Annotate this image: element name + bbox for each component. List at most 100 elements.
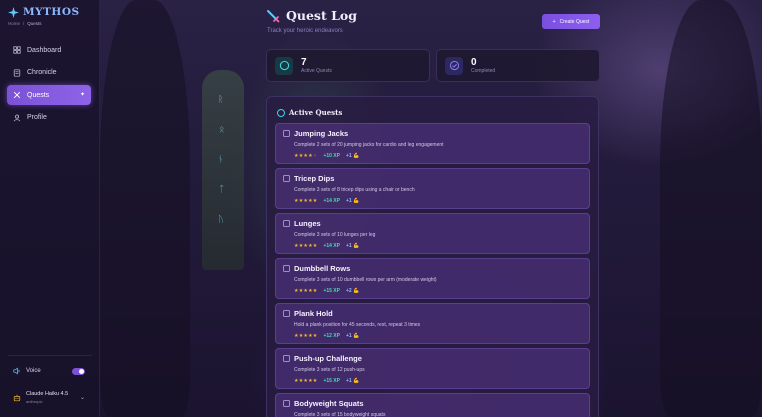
dashboard-icon bbox=[13, 46, 21, 54]
active-sparkle-icon: ✦ bbox=[80, 91, 86, 98]
quest-title: Dumbbell Rows bbox=[294, 264, 351, 273]
page-subtitle: Track your heroic endeavors bbox=[267, 28, 343, 34]
strength-icon: 💪 bbox=[351, 378, 360, 384]
active-quests-panel: Active Quests Jumping Jacks Complete 2 se… bbox=[266, 96, 599, 417]
page-header: Quest Log bbox=[266, 8, 357, 23]
quest-checkbox[interactable] bbox=[283, 310, 290, 317]
quest-checkbox[interactable] bbox=[283, 220, 290, 227]
sidebar-divider bbox=[8, 355, 92, 356]
star-icon: ★ bbox=[312, 198, 318, 204]
star-icon: ★ bbox=[312, 243, 318, 249]
quest-bonus: +1 💪 bbox=[346, 243, 360, 249]
strength-icon: 💪 bbox=[351, 243, 360, 249]
quest-checkbox[interactable] bbox=[283, 175, 290, 182]
create-quest-button[interactable]: + Create Quest bbox=[542, 14, 600, 29]
sidebar-item-dashboard[interactable]: Dashboard bbox=[7, 40, 91, 60]
quest-meta: ★★★★★ +14 XP +1 💪 bbox=[294, 198, 360, 204]
check-circle-icon bbox=[445, 56, 463, 75]
create-quest-label: Create Quest bbox=[559, 18, 590, 25]
quest-title: Bodyweight Squats bbox=[294, 399, 364, 408]
quest-card[interactable]: Dumbbell Rows Complete 3 sets of 10 dumbb… bbox=[275, 258, 590, 299]
quest-title: Tricep Dips bbox=[294, 174, 335, 183]
quest-meta: ★★★★★ +10 XP +1 💪 bbox=[294, 153, 360, 159]
target-icon bbox=[277, 108, 285, 117]
main-content: Quest Log Track your heroic endeavors + … bbox=[100, 0, 762, 417]
voice-setting: Voice bbox=[13, 367, 85, 375]
quest-title: Plank Hold bbox=[294, 309, 333, 318]
stat-label: Completed bbox=[471, 68, 496, 74]
breadcrumb-home[interactable]: Home bbox=[8, 21, 20, 26]
sparkle-icon bbox=[8, 6, 19, 18]
star-icon: ★ bbox=[312, 333, 318, 339]
strength-icon: 💪 bbox=[351, 153, 360, 159]
sidebar-item-label: Chronicle bbox=[27, 69, 57, 76]
quest-card[interactable]: Tricep Dips Complete 3 sets of 8 tricep d… bbox=[275, 168, 590, 209]
quest-description: Complete 3 sets of 15 bodyweight squats bbox=[294, 412, 386, 417]
model-name: Claude Haiku 4.5 bbox=[26, 391, 69, 397]
stat-card-active: 7 Active Quests bbox=[266, 49, 430, 82]
quest-card[interactable]: Push-up Challenge Complete 3 sets of 12 p… bbox=[275, 348, 590, 389]
sidebar-item-label: Dashboard bbox=[27, 46, 62, 54]
quest-bonus: +2 💪 bbox=[346, 288, 360, 294]
quest-description: Complete 3 sets of 10 dumbbell rows per … bbox=[294, 277, 437, 283]
strength-icon: 💪 bbox=[351, 288, 360, 294]
difficulty-stars: ★★★★★ bbox=[294, 198, 317, 204]
scroll-icon bbox=[13, 68, 21, 77]
sidebar-nav: Dashboard Chronicle Quests ✦ Profile bbox=[7, 40, 91, 130]
breadcrumb: Home / Quests bbox=[8, 21, 42, 26]
sidebar-item-profile[interactable]: Profile bbox=[7, 108, 91, 128]
quest-description: Complete 3 sets of 12 push-ups bbox=[294, 367, 365, 373]
star-icon: ★ bbox=[312, 378, 318, 384]
model-selector[interactable]: Claude Haiku 4.5 anthropic ⌄ bbox=[13, 391, 85, 404]
quest-meta: ★★★★★ +14 XP +1 💪 bbox=[294, 243, 360, 249]
star-icon: ★ bbox=[312, 153, 318, 159]
difficulty-stars: ★★★★★ bbox=[294, 378, 317, 384]
quest-card[interactable]: Lunges Complete 3 sets of 10 lunges per l… bbox=[275, 213, 590, 254]
stat-value: 0 bbox=[471, 57, 477, 68]
stat-value: 7 bbox=[301, 57, 307, 68]
difficulty-stars: ★★★★★ bbox=[294, 288, 317, 294]
quest-meta: ★★★★★ +12 XP +1 💪 bbox=[294, 333, 360, 339]
quest-xp: +10 XP bbox=[323, 153, 340, 159]
stat-card-completed: 0 Completed bbox=[436, 49, 600, 82]
quest-bonus: +1 💪 bbox=[346, 378, 360, 384]
quest-meta: ★★★★★ +15 XP +2 💪 bbox=[294, 288, 360, 294]
difficulty-stars: ★★★★★ bbox=[294, 243, 317, 249]
quest-xp: +15 XP bbox=[323, 288, 340, 294]
quest-title: Push-up Challenge bbox=[294, 354, 362, 363]
voice-label: Voice bbox=[26, 368, 41, 374]
star-icon: ★ bbox=[312, 288, 318, 294]
quest-card[interactable]: Bodyweight Squats Complete 3 sets of 15 b… bbox=[275, 393, 590, 417]
chevron-down-icon: ⌄ bbox=[79, 395, 85, 401]
quest-xp: +12 XP bbox=[323, 333, 340, 339]
brand[interactable]: MYTHOS bbox=[8, 6, 80, 18]
quest-title: Lunges bbox=[294, 219, 321, 228]
sword-icon bbox=[267, 9, 280, 22]
target-icon bbox=[275, 56, 293, 75]
quest-title: Jumping Jacks bbox=[294, 129, 349, 138]
sidebar-item-chronicle[interactable]: Chronicle bbox=[7, 63, 91, 83]
quest-description: Complete 3 sets of 8 tricep dips using a… bbox=[294, 187, 415, 193]
user-icon bbox=[13, 114, 21, 121]
brand-title: MYTHOS bbox=[23, 6, 80, 18]
sidebar-item-label: Profile bbox=[27, 114, 47, 121]
quest-checkbox[interactable] bbox=[283, 400, 290, 407]
quest-xp: +14 XP bbox=[323, 243, 340, 249]
quest-card[interactable]: Jumping Jacks Complete 2 sets of 20 jumpi… bbox=[275, 123, 590, 164]
crossed-swords-icon bbox=[13, 91, 21, 99]
sidebar-item-label: Quests bbox=[27, 91, 50, 99]
difficulty-stars: ★★★★★ bbox=[294, 153, 317, 159]
quest-description: Complete 3 sets of 10 lunges per leg bbox=[294, 232, 376, 238]
page-title: Quest Log bbox=[286, 8, 357, 23]
quest-checkbox[interactable] bbox=[283, 355, 290, 362]
breadcrumb-separator: / bbox=[23, 21, 25, 26]
panel-header: Active Quests bbox=[277, 108, 342, 117]
quest-card[interactable]: Plank Hold Hold a plank position for 45 s… bbox=[275, 303, 590, 344]
quest-checkbox[interactable] bbox=[283, 265, 290, 272]
quest-checkbox[interactable] bbox=[283, 130, 290, 137]
stat-label: Active Quests bbox=[301, 68, 332, 74]
sidebar-item-quests[interactable]: Quests ✦ bbox=[7, 85, 91, 105]
quest-xp: +14 XP bbox=[323, 198, 340, 204]
voice-toggle[interactable] bbox=[72, 367, 85, 375]
quest-bonus: +1 💪 bbox=[346, 333, 360, 339]
